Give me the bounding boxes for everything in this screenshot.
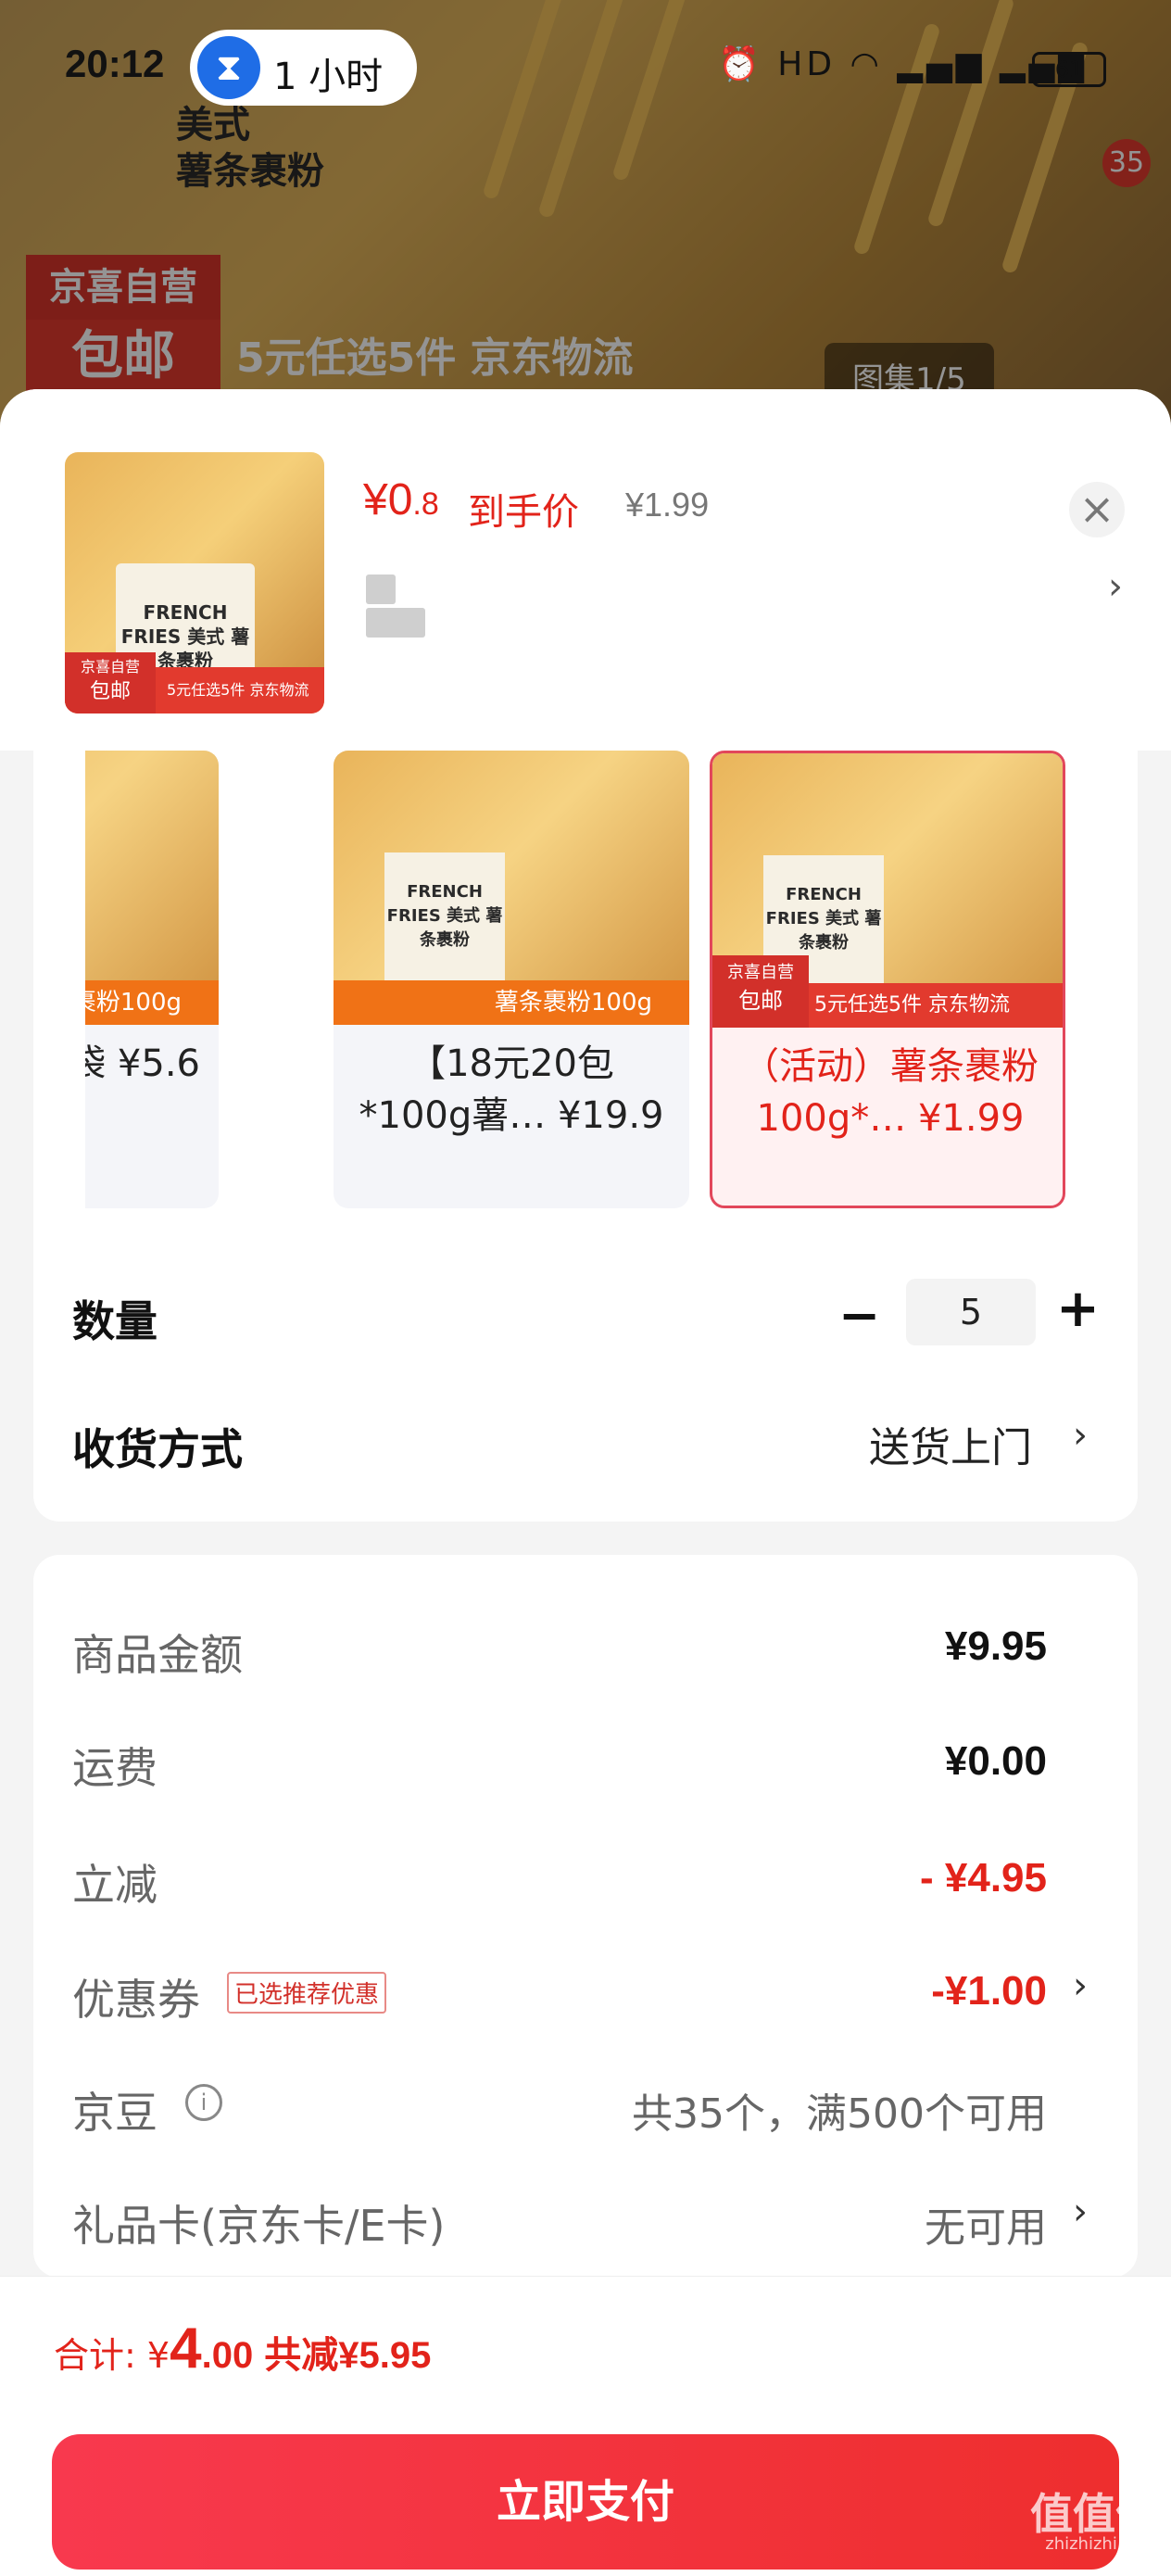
delivery-value[interactable]: 送货上门 (869, 1414, 1032, 1473)
total-int: 4 (170, 2317, 202, 2380)
chevron-right-icon[interactable]: › (1073, 2191, 1088, 2233)
chevron-right-icon[interactable]: › (1108, 565, 1123, 608)
variant-strip: 薯条裹粉100g (334, 980, 689, 1025)
price-dec: .8 (412, 486, 439, 522)
thumbnail-badge-bottom: 包邮 (89, 680, 131, 703)
variant-badge-top: 京喜自营 (727, 963, 794, 982)
total-amount: 合计: ¥4.00 共减¥5.95 (54, 2316, 431, 2381)
variant-card[interactable]: FRENCH FRIES 美式 薯条裹粉 薯条裹粉100g 【18元20包 *1… (334, 751, 689, 1208)
jingdou-value: 共35个，满500个可用 (632, 2090, 1047, 2138)
pay-now-button[interactable]: 立即支付 (52, 2434, 1119, 2570)
battery-icon: 61 (1032, 52, 1106, 87)
goods-amount-value: ¥9.95 (944, 1623, 1047, 1669)
variant-list[interactable]: FRENCH FRIES 美式 薯条裹粉 薯条裹粉100g …*8袋 ¥5.6 … (85, 751, 1095, 1214)
variant-strip: 薯条裹粉100g (85, 980, 219, 1025)
giftcard-label: 礼品卡(京东卡/E卡) (72, 2201, 446, 2251)
timer-pill[interactable]: ⧗ 1 小时 (190, 30, 417, 106)
price-int: 0 (387, 475, 413, 524)
timer-label: 1 小时 (273, 56, 384, 98)
variant-package: FRENCH FRIES 美式 薯条裹粉 (384, 852, 505, 991)
product-thumbnail[interactable]: FRENCH FRIES 美式 薯条裹粉 5元任选5件 京东物流 京喜自营 包邮 (65, 452, 324, 713)
variant-label: （活动）薯条裹粉 100g*… ¥1.99 (742, 1045, 1039, 1140)
total-saved: 共减¥5.95 (264, 2335, 432, 2376)
variant-label: 【18元20包 *100g薯… ¥19.9 (359, 1042, 664, 1137)
thumbnail-badge-top: 京喜自营 (80, 658, 140, 676)
watermark: 值值值 zhizhizhi.com (1030, 2493, 1158, 2554)
total-symbol: ¥ (146, 2335, 170, 2376)
chevron-right-icon[interactable]: › (1073, 1414, 1088, 1457)
coupon-tag: 已选推荐优惠 (227, 1972, 387, 2014)
quantity-plus-button[interactable]: + (1056, 1279, 1100, 1339)
delivery-label: 收货方式 (72, 1424, 243, 1474)
close-button[interactable]: × (1069, 482, 1125, 537)
info-icon[interactable]: i (185, 2084, 222, 2121)
watermark-logo: 值值值 (1030, 2489, 1158, 2539)
variant-card-selected[interactable]: FRENCH FRIES 美式 薯条裹粉 5元任选5件 京东物流 京喜自营 包邮… (710, 751, 1065, 1208)
discount-value: - ¥4.95 (920, 1855, 1047, 1900)
variant-card[interactable]: FRENCH FRIES 美式 薯条裹粉 薯条裹粉100g …*8袋 ¥5.6 (85, 751, 219, 1208)
shipping-label: 运费 (72, 1743, 157, 1793)
variant-image: FRENCH FRIES 美式 薯条裹粉 薯条裹粉100g (334, 751, 689, 1025)
alarm-icon: ⏰ (718, 45, 763, 83)
shipping-value: ¥0.00 (944, 1738, 1047, 1784)
variant-badge: 京喜自营 包邮 (712, 955, 809, 1028)
final-price: ¥0.8 (363, 474, 439, 525)
variant-label: …*8袋 ¥5.6 (85, 1042, 200, 1085)
selected-spec-blurred[interactable] (366, 575, 496, 638)
status-bar: 20:12 ⧗ 1 小时 ⏰ HD ◠ ▂▄▆ ▂▄▆ 61 (0, 0, 1171, 139)
price-tag: 到手价 (468, 491, 579, 534)
price-symbol: ¥ (363, 475, 388, 524)
quantity-minus-button[interactable]: − (838, 1286, 880, 1345)
thumbnail-badge: 京喜自营 包邮 (65, 652, 156, 713)
jingdou-label: 京豆 (72, 2088, 157, 2138)
quantity-input[interactable]: 5 (906, 1279, 1036, 1345)
variant-badge-bottom: 包邮 (738, 988, 783, 1014)
watermark-site: zhizhizhi.com (1045, 2534, 1158, 2554)
checkout-bar: 合计: ¥4.00 共减¥5.95 立即支付 (0, 2276, 1171, 2576)
discount-label: 立减 (72, 1860, 157, 1910)
close-icon: × (1078, 484, 1115, 534)
original-price: ¥1.99 (625, 486, 710, 524)
quantity-label: 数量 (72, 1296, 157, 1346)
status-time: 20:12 (65, 42, 165, 85)
giftcard-value[interactable]: 无可用 (925, 2194, 1047, 2254)
coupon-value[interactable]: -¥1.00 (931, 1968, 1047, 2014)
chevron-right-icon[interactable]: › (1073, 1964, 1088, 2007)
hourglass-icon: ⧗ (197, 36, 260, 99)
wifi-icon: ◠ (850, 45, 883, 83)
coupon-label: 优惠券 (72, 1975, 200, 2025)
total-dec: .00 (201, 2335, 254, 2376)
variant-image: FRENCH FRIES 美式 薯条裹粉 5元任选5件 京东物流 京喜自营 包邮 (712, 753, 1063, 1028)
goods-amount-label: 商品金额 (72, 1630, 243, 1680)
total-prefix: 合计: (54, 2335, 136, 2376)
hd-icon: HD (777, 45, 837, 83)
variant-image: FRENCH FRIES 美式 薯条裹粉 薯条裹粉100g (85, 751, 219, 1025)
signal-icon: ▂▄▆ (897, 45, 986, 83)
